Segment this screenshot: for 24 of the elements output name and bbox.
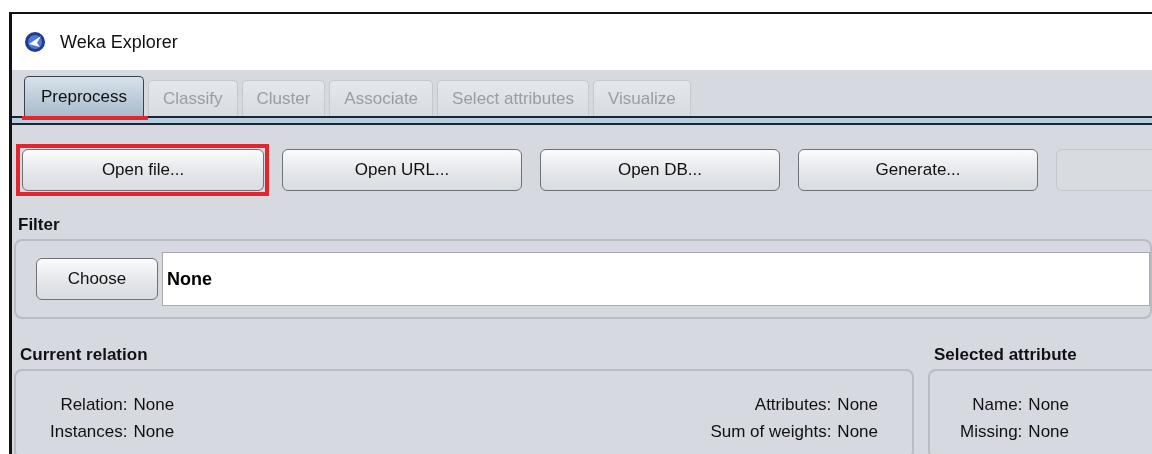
field-label: Relation: (59, 395, 128, 415)
open-button[interactable]: Open URL... (282, 149, 522, 191)
field-label: Sum of weights: (710, 422, 832, 442)
bird-logo-icon (24, 31, 46, 53)
field-value: None (1028, 395, 1070, 415)
open-button[interactable]: Generate... (798, 149, 1038, 191)
field-value: None (133, 395, 175, 415)
field-value: None (1028, 422, 1070, 442)
section-title: Selected attribute (933, 344, 1078, 366)
field-label: Name: (971, 395, 1023, 415)
field-value: None (133, 422, 175, 442)
section-title: Current relation (19, 344, 149, 366)
window-title: Weka Explorer (60, 31, 178, 53)
field-value: None (837, 422, 878, 442)
choose-button[interactable]: Choose (36, 258, 158, 300)
section-title: Filter (17, 214, 61, 236)
field-label: Instances: (50, 422, 128, 442)
field-value: None (837, 395, 878, 415)
tab[interactable]: Preprocess (24, 76, 144, 116)
field-label: Attributes: (753, 395, 832, 415)
open-button[interactable]: Open file... (22, 149, 264, 191)
open-button[interactable]: Open DB... (540, 149, 780, 191)
filter-field[interactable]: None (162, 252, 1150, 306)
field-label: Missing: (960, 422, 1023, 442)
